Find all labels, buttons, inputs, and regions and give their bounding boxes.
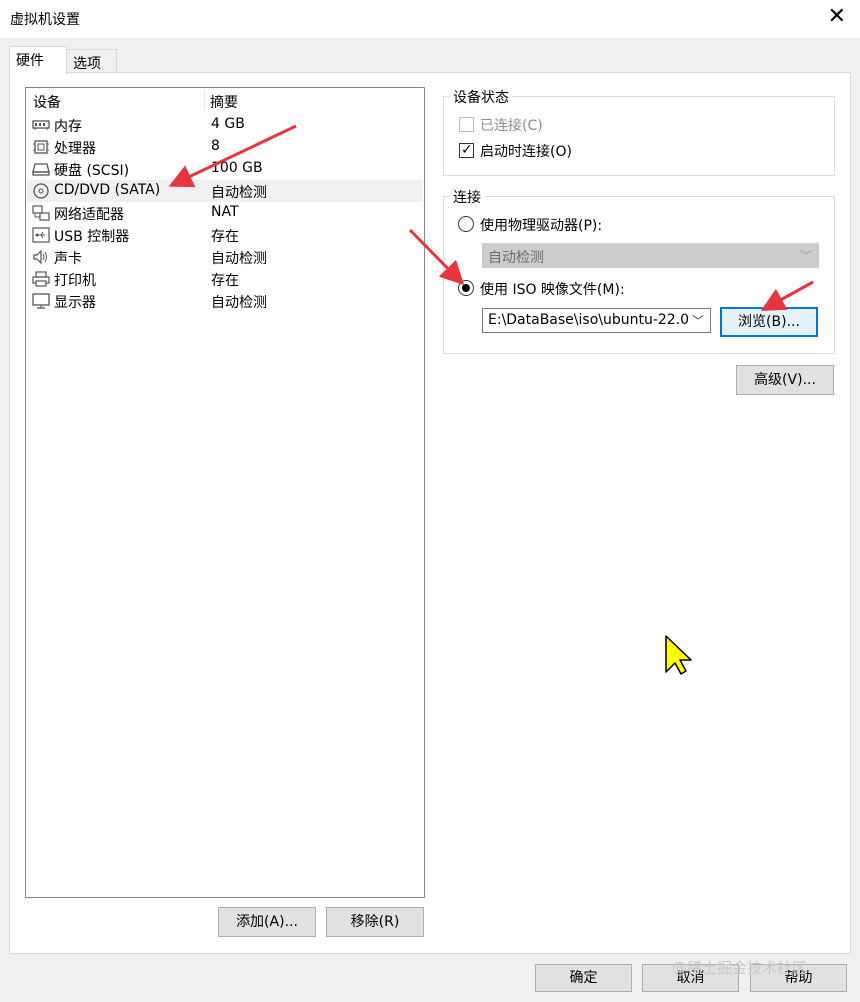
watermark-text: @稀土掘金技术社区: [672, 959, 808, 977]
device-summary: 自动检测: [211, 185, 267, 201]
checkmark-icon: ✓: [461, 142, 473, 158]
device-summary: 自动检测: [211, 295, 267, 311]
device-summary: 8: [211, 138, 220, 154]
advanced-button[interactable]: 高级(V)...: [736, 365, 834, 395]
device-name: 内存: [54, 119, 82, 135]
device-name: 打印机: [54, 273, 96, 289]
physical-drive-select-value: 自动检测: [488, 250, 544, 266]
device-name: 显示器: [54, 295, 96, 311]
device-row-printer[interactable]: 打印机 存在: [27, 268, 423, 290]
column-summary[interactable]: 摘要: [210, 92, 238, 112]
printer-icon: [32, 271, 50, 287]
ok-button[interactable]: 确定: [535, 964, 632, 992]
list-header: 设备 摘要: [26, 88, 424, 112]
window-title: 虚拟机设置: [10, 12, 80, 28]
column-device[interactable]: 设备: [33, 92, 61, 112]
cpu-icon: [33, 140, 49, 154]
memory-icon: [32, 120, 50, 130]
device-row-harddisk[interactable]: 硬盘 (SCSI) 100 GB: [27, 158, 423, 180]
device-status-group: [443, 96, 835, 176]
device-row-cd-dvd[interactable]: CD/DVD (SATA) 自动检测: [27, 180, 423, 202]
device-row-network[interactable]: 网络适配器 NAT: [27, 202, 423, 224]
device-status-title: 设备状态: [450, 87, 512, 107]
physical-drive-label[interactable]: 使用物理驱动器(P):: [480, 215, 602, 235]
device-summary: 100 GB: [211, 160, 263, 176]
device-summary: NAT: [211, 204, 239, 220]
iso-image-label[interactable]: 使用 ISO 映像文件(M):: [480, 279, 625, 299]
device-name: 处理器: [54, 141, 96, 157]
tab-options[interactable]: 选项: [66, 49, 117, 74]
connection-title: 连接: [450, 187, 484, 207]
network-icon: [32, 205, 50, 221]
monitor-icon: [32, 293, 50, 309]
connect-at-power-on-checkbox[interactable]: ✓: [459, 142, 474, 158]
iso-image-radio[interactable]: [458, 280, 474, 296]
device-list[interactable]: 设备 摘要 内存 4 GB 处理器 8 硬盘 (SCSI) 100 GB CD/…: [25, 87, 425, 898]
physical-drive-radio[interactable]: [458, 216, 474, 232]
device-row-processor[interactable]: 处理器 8: [27, 136, 423, 158]
device-name: 声卡: [54, 251, 82, 267]
device-row-sound[interactable]: 声卡 自动检测: [27, 246, 423, 268]
tab-hardware-label: 硬件: [16, 53, 44, 69]
device-summary: 4 GB: [211, 116, 245, 132]
column-separator[interactable]: [204, 90, 205, 110]
tab-options-label: 选项: [73, 56, 101, 72]
remove-device-button[interactable]: 移除(R): [326, 907, 424, 937]
usb-icon: [32, 227, 50, 243]
device-name: CD/DVD (SATA): [54, 182, 161, 198]
connected-label[interactable]: 已连接(C): [480, 115, 543, 135]
browse-button[interactable]: 浏览(B)...: [720, 307, 818, 337]
device-summary: 存在: [211, 273, 239, 289]
title-bar: 虚拟机设置 ✕: [0, 0, 860, 38]
close-icon[interactable]: ✕: [828, 6, 846, 28]
connected-checkbox[interactable]: [459, 117, 474, 132]
radio-selected-dot: [462, 284, 470, 292]
harddisk-icon: [32, 163, 50, 176]
device-row-display[interactable]: 显示器 自动检测: [27, 290, 423, 312]
device-summary: 存在: [211, 229, 239, 245]
connect-at-power-on-label[interactable]: 启动时连接(O): [480, 141, 572, 161]
iso-path-value: E:\DataBase\iso\ubuntu-22.04: [488, 312, 698, 328]
device-name: USB 控制器: [54, 229, 130, 245]
cd-dvd-icon: [33, 183, 49, 199]
chevron-down-icon: ﹀: [688, 312, 704, 329]
add-device-button[interactable]: 添加(A)...: [218, 907, 316, 937]
chevron-down-icon: ﹀: [799, 249, 812, 263]
tab-hardware[interactable]: 硬件: [9, 46, 67, 74]
device-row-usb[interactable]: USB 控制器 存在: [27, 224, 423, 246]
device-summary: 自动检测: [211, 251, 267, 267]
device-name: 网络适配器: [54, 207, 124, 223]
speaker-icon: [33, 249, 47, 265]
device-name: 硬盘 (SCSI): [54, 163, 130, 179]
physical-drive-select[interactable]: 自动检测 ﹀: [482, 243, 819, 268]
device-row-memory[interactable]: 内存 4 GB: [27, 114, 423, 136]
iso-path-combobox[interactable]: E:\DataBase\iso\ubuntu-22.04 ﹀: [482, 308, 711, 333]
